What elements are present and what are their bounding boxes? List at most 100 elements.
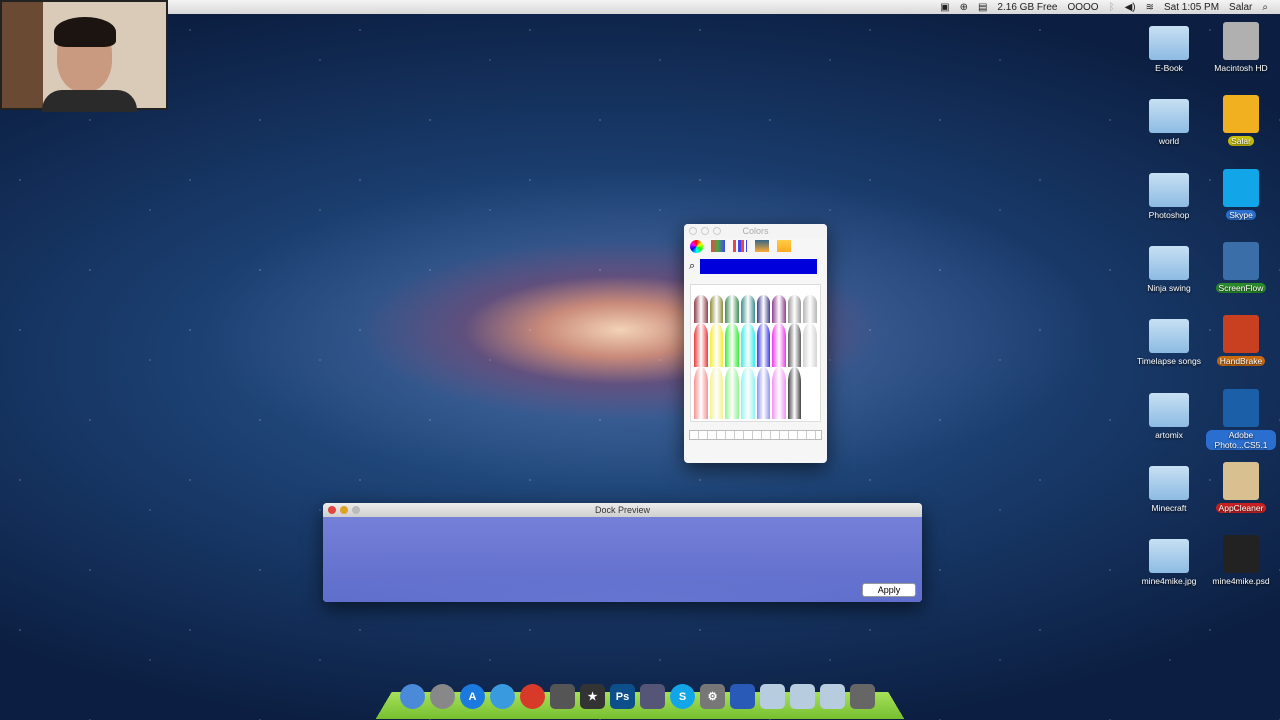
- crayon[interactable]: [725, 367, 739, 419]
- folder-icon: [1149, 26, 1189, 60]
- desktop-item[interactable]: HandBrake: [1206, 315, 1276, 367]
- magnifier-icon[interactable]: ⌕: [689, 260, 695, 273]
- folder-label: artomix: [1155, 429, 1183, 440]
- indicator-status[interactable]: OOOO: [1067, 2, 1098, 13]
- minimize-button[interactable]: [340, 506, 348, 514]
- crayon[interactable]: [787, 367, 802, 419]
- screen-record-icon[interactable]: ▣: [940, 2, 949, 13]
- dock-preview-window: Dock Preview Apply: [323, 503, 922, 602]
- minimize-button[interactable]: [701, 227, 709, 235]
- folder-icon: [1149, 392, 1189, 427]
- user-menu[interactable]: Salar: [1229, 2, 1252, 13]
- documents-stack-icon[interactable]: [790, 684, 815, 709]
- clock[interactable]: Sat 1:05 PM: [1164, 2, 1219, 13]
- folder-icon: [1149, 245, 1189, 280]
- system-preferences-icon[interactable]: ⚙: [700, 684, 725, 709]
- app-icon: [1223, 22, 1259, 60]
- crayon[interactable]: [803, 323, 817, 367]
- desktop-item[interactable]: AppCleaner: [1206, 461, 1276, 513]
- safari-icon[interactable]: [490, 684, 515, 709]
- palettes-icon[interactable]: [733, 240, 747, 252]
- image-palettes-icon[interactable]: [755, 240, 769, 252]
- dock-preview-area: Apply: [323, 517, 922, 602]
- zoom-button[interactable]: [352, 506, 360, 514]
- desktop-folder[interactable]: E-Book: [1134, 26, 1204, 73]
- crayon[interactable]: [803, 367, 817, 419]
- crayon[interactable]: [725, 323, 739, 367]
- app-icon: [1223, 388, 1259, 427]
- crayon[interactable]: [725, 295, 739, 323]
- desktop-item[interactable]: mine4mike.psd: [1206, 535, 1276, 586]
- app-icon: [1223, 241, 1259, 280]
- crayon[interactable]: [709, 367, 724, 419]
- downloads-stack-icon[interactable]: [760, 684, 785, 709]
- crayon[interactable]: [740, 295, 755, 323]
- zoom-button[interactable]: [713, 227, 721, 235]
- app-store-icon[interactable]: A: [460, 684, 485, 709]
- finder-icon[interactable]: [400, 684, 425, 709]
- photoshop-icon[interactable]: Ps: [610, 684, 635, 709]
- item-label: Macintosh HD: [1214, 63, 1268, 73]
- wifi-icon[interactable]: ≋: [1146, 2, 1154, 13]
- folder-label: Minecraft: [1151, 502, 1187, 513]
- crayon[interactable]: [803, 295, 817, 323]
- crayon[interactable]: [740, 323, 755, 367]
- crayon[interactable]: [756, 295, 771, 323]
- crayon[interactable]: [772, 323, 786, 367]
- selected-color-swatch[interactable]: [700, 259, 818, 274]
- desktop-folder[interactable]: mine4mike.jpg: [1134, 539, 1204, 586]
- desktop-folder[interactable]: Minecraft: [1134, 465, 1204, 513]
- custom-swatches[interactable]: [689, 430, 822, 440]
- screenflow-icon[interactable]: [640, 684, 665, 709]
- applications-stack-icon[interactable]: [820, 684, 845, 709]
- spotlight-search-icon[interactable]: ⌕: [1262, 2, 1268, 13]
- desktop-item[interactable]: Macintosh HD: [1206, 22, 1276, 73]
- crayon[interactable]: [709, 323, 724, 367]
- skype-icon[interactable]: S: [670, 684, 695, 709]
- disk-free-status[interactable]: 2.16 GB Free: [997, 2, 1057, 13]
- launchpad-icon[interactable]: [430, 684, 455, 709]
- desktop-folder[interactable]: Photoshop: [1134, 172, 1204, 220]
- sliders-icon[interactable]: [711, 240, 725, 252]
- desktop-folder[interactable]: Timelapse songs: [1134, 319, 1204, 366]
- crayon[interactable]: [694, 295, 708, 323]
- window-title: Dock Preview: [594, 505, 650, 515]
- crayon[interactable]: [787, 323, 802, 367]
- bluetooth-icon[interactable]: ᛒ: [1109, 2, 1115, 13]
- folder-icon: [1149, 172, 1189, 207]
- trash-icon[interactable]: [850, 684, 875, 709]
- crayon[interactable]: [772, 367, 786, 419]
- monitor-icon[interactable]: ▤: [978, 2, 987, 13]
- crayon-picker[interactable]: [690, 284, 821, 422]
- folder-icon: [1149, 319, 1189, 354]
- crayon[interactable]: [787, 295, 802, 323]
- crayons-icon[interactable]: [777, 240, 791, 252]
- crayon[interactable]: [694, 367, 708, 419]
- volume-icon[interactable]: ◀): [1125, 2, 1136, 13]
- desktop-item[interactable]: Salar: [1206, 95, 1276, 147]
- facetime-icon[interactable]: [550, 684, 575, 709]
- color-wheel-icon[interactable]: [690, 240, 703, 253]
- crayon[interactable]: [694, 323, 708, 367]
- desktop-item[interactable]: Adobe Photo...CS5.1: [1206, 388, 1276, 450]
- chrome-icon[interactable]: [520, 684, 545, 709]
- apply-button[interactable]: Apply: [862, 583, 916, 597]
- close-button[interactable]: [689, 227, 697, 235]
- colors-window: Colors ⌕: [684, 224, 827, 463]
- crayon[interactable]: [772, 295, 786, 323]
- imovie-icon[interactable]: ★: [580, 684, 605, 709]
- crayon[interactable]: [756, 323, 771, 367]
- crayon[interactable]: [709, 295, 724, 323]
- desktop-item[interactable]: Skype: [1206, 168, 1276, 220]
- desktop-folder[interactable]: artomix: [1134, 392, 1204, 440]
- close-button[interactable]: [328, 506, 336, 514]
- crayon[interactable]: [756, 367, 771, 419]
- desktop-folder[interactable]: Ninja swing: [1134, 245, 1204, 293]
- crayon[interactable]: [740, 367, 755, 419]
- desktop-item[interactable]: ScreenFlow: [1206, 241, 1276, 293]
- sync-icon[interactable]: ⊕: [960, 2, 968, 13]
- dock: A ★ Ps S ⚙: [400, 684, 875, 709]
- desktop-folder[interactable]: world: [1134, 99, 1204, 146]
- dock-app-icon[interactable]: [730, 684, 755, 709]
- folder-label: mine4mike.jpg: [1141, 576, 1197, 587]
